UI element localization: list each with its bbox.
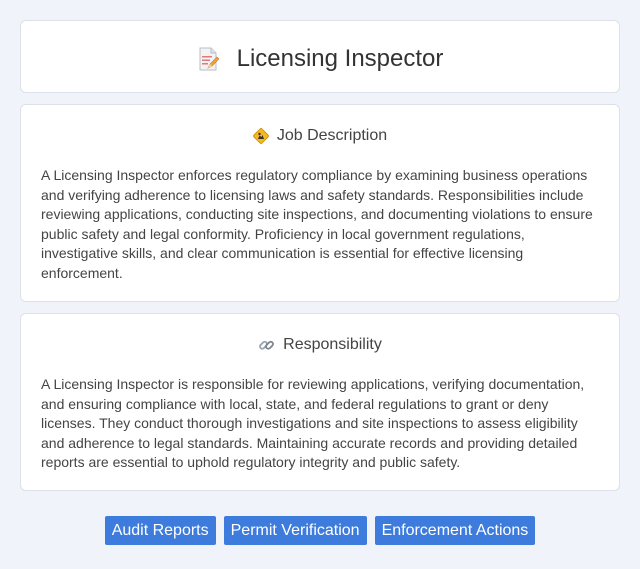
job-description-title: Job Description	[276, 127, 388, 144]
construction-sign-icon	[253, 128, 269, 144]
responsibility-heading: Responsibility	[21, 336, 619, 354]
responsibility-card: Responsibility A Licensing Inspector is …	[20, 313, 620, 491]
tag-permit-verification[interactable]: Permit Verification	[223, 516, 367, 545]
responsibility-title: Responsibility	[283, 336, 382, 353]
tag-audit-reports[interactable]: Audit Reports	[104, 516, 216, 545]
header-card: Licensing Inspector	[20, 20, 620, 93]
tag-list: Audit Reports Permit Verification Enforc…	[0, 516, 640, 545]
document-pencil-icon	[197, 47, 219, 71]
job-description-heading: Job Description	[21, 127, 619, 145]
job-description-card: Job Description A Licensing Inspector en…	[20, 104, 620, 302]
link-icon	[258, 337, 275, 354]
responsibility-text: A Licensing Inspector is responsible for…	[41, 376, 585, 470]
page-title: Licensing Inspector	[236, 45, 444, 72]
tag-enforcement-actions[interactable]: Enforcement Actions	[374, 516, 536, 545]
page-title-row: Licensing Inspector	[21, 45, 619, 73]
job-description-text: A Licensing Inspector enforces regulator…	[41, 167, 593, 281]
